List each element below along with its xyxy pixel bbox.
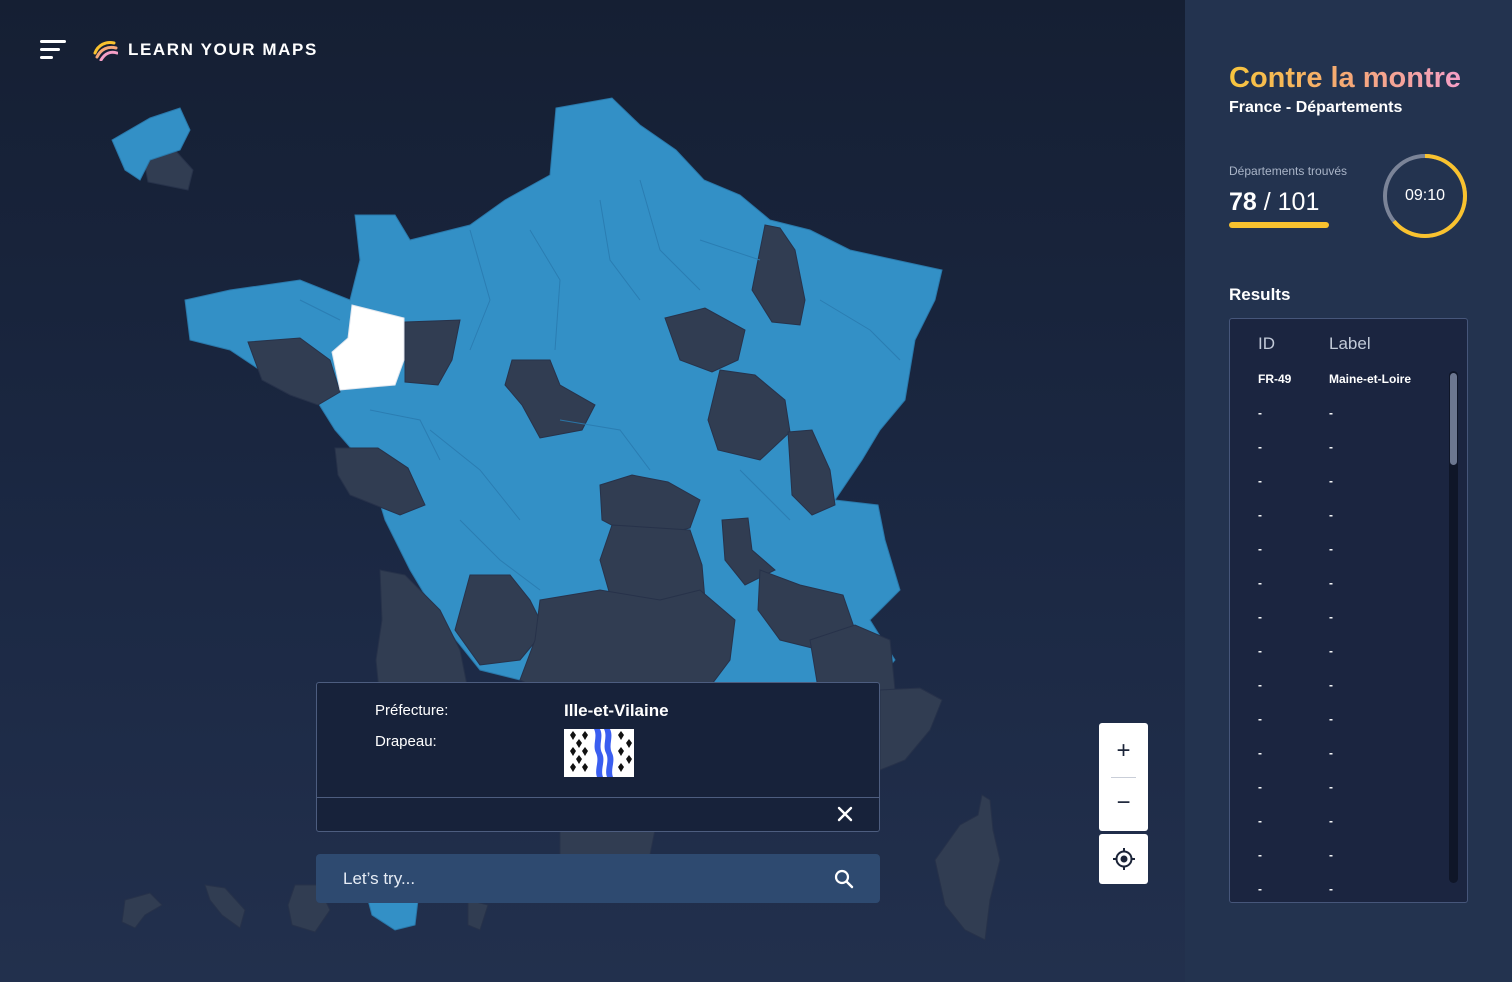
crosshair-icon	[1112, 848, 1135, 870]
row-label: -	[1329, 644, 1333, 658]
table-row[interactable]: --	[1230, 610, 1467, 644]
logo-icon	[93, 41, 118, 61]
search-icon[interactable]	[834, 869, 854, 889]
table-row[interactable]: --	[1230, 474, 1467, 508]
side-panel: Contre la montre France - Départements D…	[1185, 0, 1512, 982]
row-id: -	[1258, 610, 1262, 624]
table-row[interactable]: --	[1230, 780, 1467, 814]
total-count: 101	[1277, 188, 1320, 216]
found-label: Départements trouvés	[1229, 164, 1348, 178]
found-separator: /	[1256, 188, 1278, 216]
menu-icon[interactable]	[40, 38, 66, 62]
top-bar: LEARN YOUR MAPS	[40, 38, 318, 62]
row-id: -	[1258, 542, 1262, 556]
row-label: -	[1329, 440, 1333, 454]
row-label: -	[1329, 746, 1333, 760]
row-id: -	[1258, 678, 1262, 692]
france-map[interactable]	[0, 0, 1185, 982]
column-header-label: Label	[1329, 334, 1371, 353]
zoom-controls: + −	[1099, 723, 1148, 831]
column-header-id: ID	[1258, 334, 1275, 353]
row-label: -	[1329, 882, 1333, 896]
search-bar	[316, 854, 880, 903]
game-subtitle: France - Départements	[1229, 99, 1403, 116]
brand-name: LEARN YOUR MAPS	[128, 40, 318, 59]
row-label: -	[1329, 576, 1333, 590]
row-id: -	[1258, 508, 1262, 522]
found-count: 78	[1229, 188, 1257, 216]
prefecture-value: Ille-et-Vilaine	[564, 701, 669, 720]
row-id: -	[1258, 440, 1262, 454]
timer: 09:10	[1381, 152, 1469, 240]
table-row[interactable]: --	[1230, 882, 1467, 902]
row-id: -	[1258, 882, 1262, 896]
row-label: -	[1329, 406, 1333, 420]
row-id: -	[1258, 644, 1262, 658]
table-row[interactable]: --	[1230, 678, 1467, 712]
zoom-out-button[interactable]: −	[1099, 778, 1148, 828]
row-label: -	[1329, 848, 1333, 862]
flag-label: Drapeau:	[375, 733, 437, 750]
department-info-popup: Préfecture: Ille-et-Vilaine Drapeau:	[316, 682, 880, 832]
overseas-4[interactable]	[467, 899, 489, 931]
row-label: -	[1329, 474, 1333, 488]
table-row[interactable]: --	[1230, 644, 1467, 678]
row-id: -	[1258, 474, 1262, 488]
row-label: -	[1329, 814, 1333, 828]
table-row[interactable]: --	[1230, 576, 1467, 610]
zoom-in-button[interactable]: +	[1099, 726, 1148, 776]
table-row[interactable]: --	[1230, 848, 1467, 882]
row-label: -	[1329, 780, 1333, 794]
table-row[interactable]: --	[1230, 814, 1467, 848]
row-label: -	[1329, 712, 1333, 726]
close-icon[interactable]	[835, 804, 855, 824]
scrollbar-thumb[interactable]	[1450, 373, 1457, 465]
prefecture-label: Préfecture:	[375, 702, 449, 719]
table-row[interactable]: --	[1230, 746, 1467, 780]
table-row[interactable]: --	[1230, 406, 1467, 440]
info-divider	[317, 797, 879, 798]
corsica[interactable]	[934, 794, 1001, 941]
row-label: Maine-et-Loire	[1329, 372, 1412, 386]
map-area[interactable]: LEARN YOUR MAPS Préfecture: Ille-et-Vila…	[0, 0, 1185, 982]
row-id: -	[1258, 848, 1262, 862]
department-flag	[564, 729, 634, 777]
results-table: ID Label FR-49 Maine-et-Loire - - - - - - - - - - - -…	[1229, 318, 1468, 903]
results-rows: FR-49 Maine-et-Loire - - - - - - - - - - - - - - - - - - - - -…	[1230, 372, 1467, 902]
results-title: Results	[1229, 285, 1291, 304]
timer-value: 09:10	[1404, 187, 1446, 204]
locate-button[interactable]	[1099, 834, 1148, 884]
dept-missing[interactable]	[559, 829, 656, 856]
row-label: -	[1329, 542, 1333, 556]
found-counter: 78 / 101	[1229, 188, 1319, 217]
row-label: -	[1329, 508, 1333, 522]
overseas-found-2[interactable]	[367, 899, 419, 931]
table-row[interactable]: --	[1230, 712, 1467, 746]
game-title: Contre la montre	[1229, 62, 1462, 94]
row-id: -	[1258, 746, 1262, 760]
logo[interactable]: LEARN YOUR MAPS	[92, 39, 318, 61]
found-progress-bar	[1229, 222, 1329, 228]
table-row[interactable]: FR-49 Maine-et-Loire	[1230, 372, 1467, 406]
row-id: -	[1258, 576, 1262, 590]
table-row[interactable]: --	[1230, 542, 1467, 576]
overseas-1[interactable]	[121, 892, 163, 929]
row-id: -	[1258, 814, 1262, 828]
table-row[interactable]: --	[1230, 508, 1467, 542]
row-label: -	[1329, 678, 1333, 692]
row-label: -	[1329, 610, 1333, 624]
row-id: -	[1258, 406, 1262, 420]
dept-missing[interactable]	[879, 687, 943, 771]
row-id: -	[1258, 712, 1262, 726]
overseas-2[interactable]	[204, 884, 246, 929]
table-row[interactable]: --	[1230, 440, 1467, 474]
row-id: -	[1258, 780, 1262, 794]
row-id: FR-49	[1258, 372, 1292, 386]
search-input[interactable]	[316, 854, 880, 903]
